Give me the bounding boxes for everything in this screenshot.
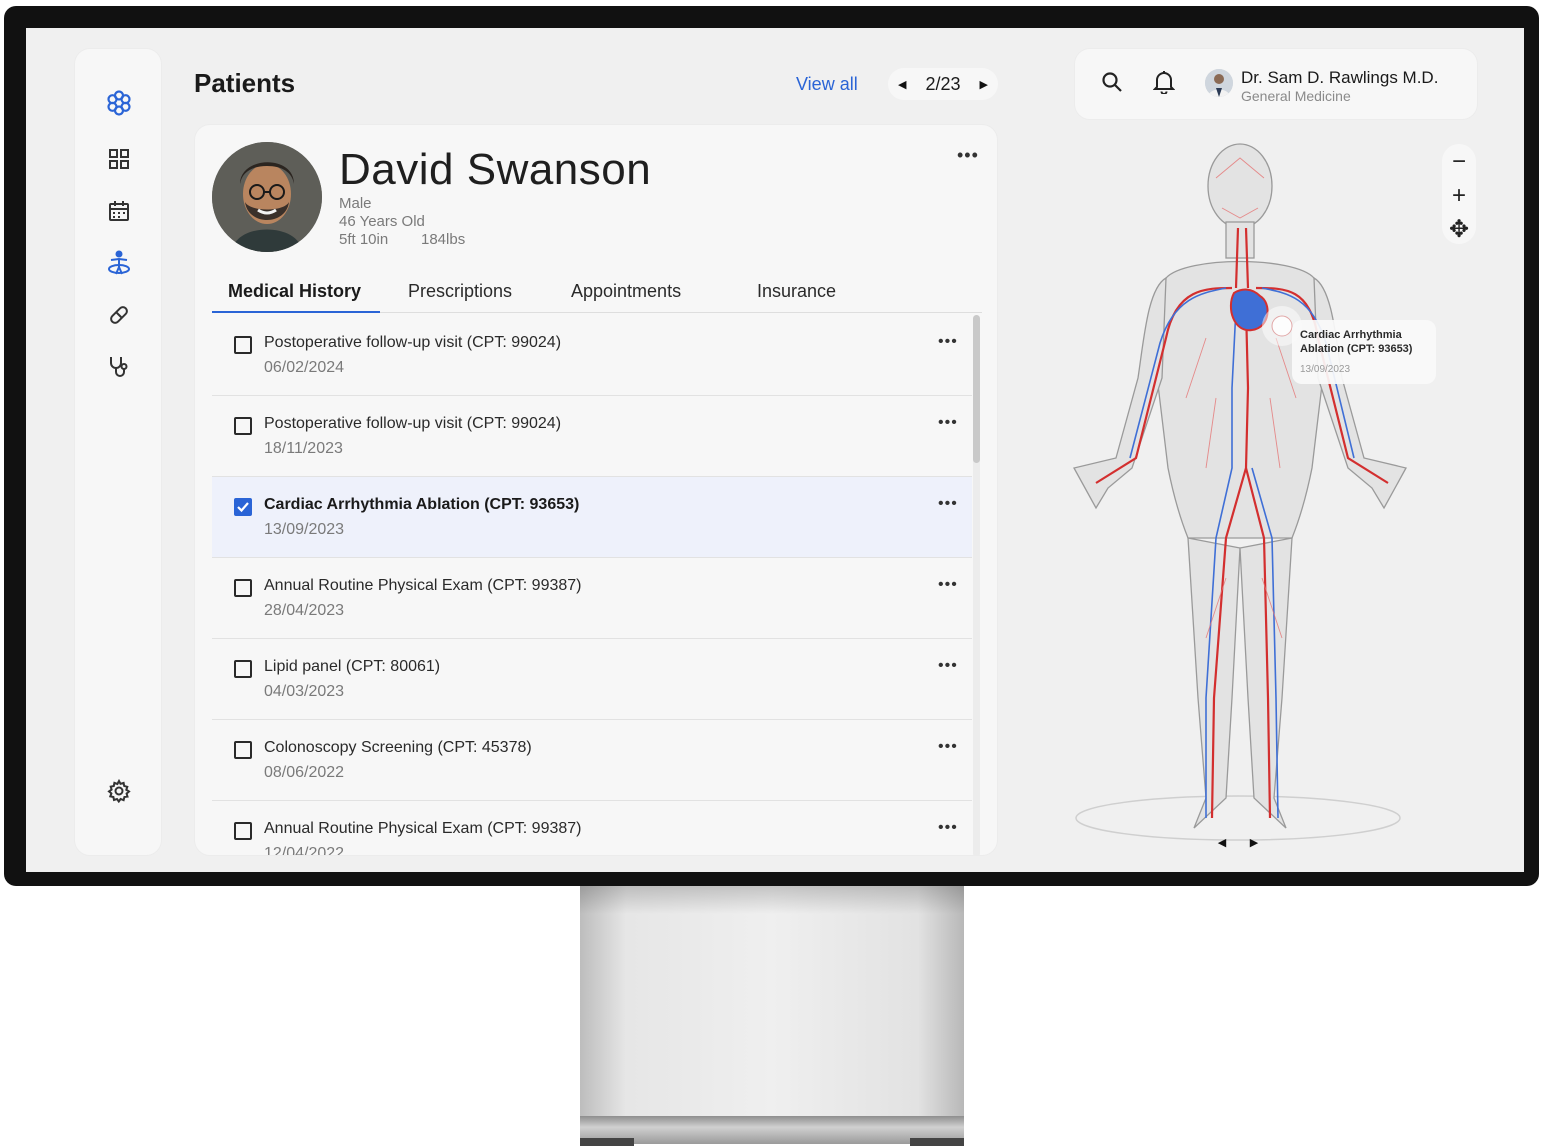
procedure-callout[interactable]: Cardiac Arrhythmia Ablation (CPT: 93653)… [1292, 320, 1436, 384]
row-checkbox[interactable] [234, 741, 252, 759]
row-more-icon[interactable]: ••• [938, 576, 958, 594]
item-title: Annual Routine Physical Exam (CPT: 99387… [264, 820, 582, 837]
user-name: Dr. Sam D. Rawlings M.D. [1241, 68, 1439, 87]
row-checkbox[interactable] [234, 822, 252, 840]
item-title: Annual Routine Physical Exam (CPT: 99387… [264, 577, 582, 594]
next-patient-icon[interactable]: ▶ [980, 78, 988, 91]
row-checkbox[interactable] [234, 336, 252, 354]
list-item[interactable]: Lipid panel (CPT: 80061) 04/03/2023 ••• [212, 639, 972, 720]
row-checkbox[interactable] [234, 417, 252, 435]
tab-appointments[interactable]: Appointments [571, 281, 681, 302]
scrollbar-thumb[interactable] [973, 315, 980, 463]
item-date: 04/03/2023 [264, 683, 345, 700]
list-item[interactable]: Annual Routine Physical Exam (CPT: 99387… [212, 558, 972, 639]
search-icon[interactable] [1101, 71, 1123, 98]
flower-logo-icon[interactable] [105, 89, 133, 117]
pill-icon[interactable] [105, 301, 133, 329]
patient-panel: David Swanson Male 46 Years Old 5ft 10in… [194, 124, 998, 856]
row-checkbox[interactable] [234, 579, 252, 597]
list-item[interactable]: Annual Routine Physical Exam (CPT: 99387… [212, 801, 972, 855]
item-date: 28/04/2023 [264, 602, 345, 619]
item-title: Lipid panel (CPT: 80061) [264, 658, 441, 675]
patient-age: 46 Years Old [339, 213, 425, 230]
patient-name: David Swanson [339, 145, 652, 194]
tab-insurance[interactable]: Insurance [757, 281, 836, 302]
item-date: 13/09/2023 [264, 521, 345, 538]
callout-title: Cardiac Arrhythmia Ablation (CPT: 93653) [1300, 329, 1413, 355]
prev-patient-icon[interactable]: ◀ [898, 78, 906, 91]
row-more-icon[interactable]: ••• [938, 495, 958, 513]
list-item[interactable]: Cardiac Arrhythmia Ablation (CPT: 93653)… [212, 477, 972, 558]
list-item[interactable]: Colonoscopy Screening (CPT: 45378) 08/06… [212, 720, 972, 801]
user-card: Dr. Sam D. Rawlings M.D. General Medicin… [1074, 48, 1478, 120]
list-scrollbar[interactable] [973, 315, 980, 855]
stand-foot-left [580, 1138, 634, 1146]
tab-prescriptions[interactable]: Prescriptions [408, 281, 512, 302]
item-title: Postoperative follow-up visit (CPT: 9902… [264, 334, 562, 351]
body-icon[interactable] [105, 249, 133, 277]
item-date: 06/02/2024 [264, 359, 345, 376]
stand-foot-right [910, 1138, 964, 1146]
zoom-out-icon[interactable]: − [1442, 150, 1476, 174]
move-icon[interactable]: ✥ [1442, 218, 1476, 242]
stand-shadow [580, 886, 964, 914]
active-tab-indicator [212, 311, 380, 313]
calendar-icon[interactable] [105, 197, 133, 225]
zoom-controls: − + ✥ [1442, 144, 1476, 244]
row-checkbox[interactable] [234, 660, 252, 678]
user-role: General Medicine [1241, 88, 1351, 104]
item-date: 08/06/2022 [264, 764, 345, 781]
list-item[interactable]: Postoperative follow-up visit (CPT: 9902… [212, 396, 972, 477]
page-title: Patients [194, 68, 296, 98]
row-checkbox[interactable] [234, 498, 252, 516]
monitor-stand [580, 886, 964, 1144]
dashboard-icon[interactable] [105, 145, 133, 173]
patient-avatar [212, 142, 322, 252]
medical-history-list: Postoperative follow-up visit (CPT: 9902… [212, 315, 972, 855]
zoom-in-icon[interactable]: + [1442, 184, 1476, 208]
item-title: Colonoscopy Screening (CPT: 45378) [264, 739, 532, 756]
item-date: 12/04/2022 [264, 845, 345, 855]
anatomy-model[interactable] [1056, 138, 1456, 858]
rotate-left-icon[interactable]: ◀ [1218, 836, 1226, 849]
patient-height: 5ft 10in [339, 231, 389, 248]
patient-weight: 184lbs [421, 231, 466, 248]
list-item[interactable]: Postoperative follow-up visit (CPT: 9902… [212, 315, 972, 396]
pager-count: 2/23 [925, 73, 961, 94]
row-more-icon[interactable]: ••• [938, 333, 958, 351]
screen: Patients View all ◀ 2/23 ▶ Dr. Sam D. Ra… [26, 28, 1524, 872]
rotate-controls: ◀ ▶ [1206, 830, 1270, 854]
patient-more-icon[interactable]: ••• [957, 145, 979, 166]
sidebar [74, 48, 162, 856]
rotate-right-icon[interactable]: ▶ [1250, 836, 1258, 849]
view-all-link[interactable]: View all [796, 74, 858, 95]
row-more-icon[interactable]: ••• [938, 819, 958, 837]
gear-icon[interactable] [105, 777, 133, 805]
tab-bar: Medical History Prescriptions Appointmen… [212, 275, 982, 313]
row-more-icon[interactable]: ••• [938, 414, 958, 432]
item-title: Postoperative follow-up visit (CPT: 9902… [264, 415, 562, 432]
row-more-icon[interactable]: ••• [938, 738, 958, 756]
check-icon [237, 502, 249, 513]
patient-sex: Male [339, 195, 372, 212]
bell-icon[interactable] [1152, 70, 1176, 99]
tab-medical-history[interactable]: Medical History [228, 281, 361, 302]
patient-pager: ◀ 2/23 ▶ [888, 68, 998, 100]
callout-date: 13/09/2023 [1300, 364, 1351, 375]
monitor-frame: Patients View all ◀ 2/23 ▶ Dr. Sam D. Ra… [4, 6, 1539, 886]
stand-base [580, 1116, 964, 1144]
item-date: 18/11/2023 [264, 440, 343, 457]
row-more-icon[interactable]: ••• [938, 657, 958, 675]
user-avatar[interactable] [1205, 69, 1233, 97]
item-title: Cardiac Arrhythmia Ablation (CPT: 93653) [264, 496, 580, 513]
stethoscope-icon[interactable] [105, 353, 133, 381]
